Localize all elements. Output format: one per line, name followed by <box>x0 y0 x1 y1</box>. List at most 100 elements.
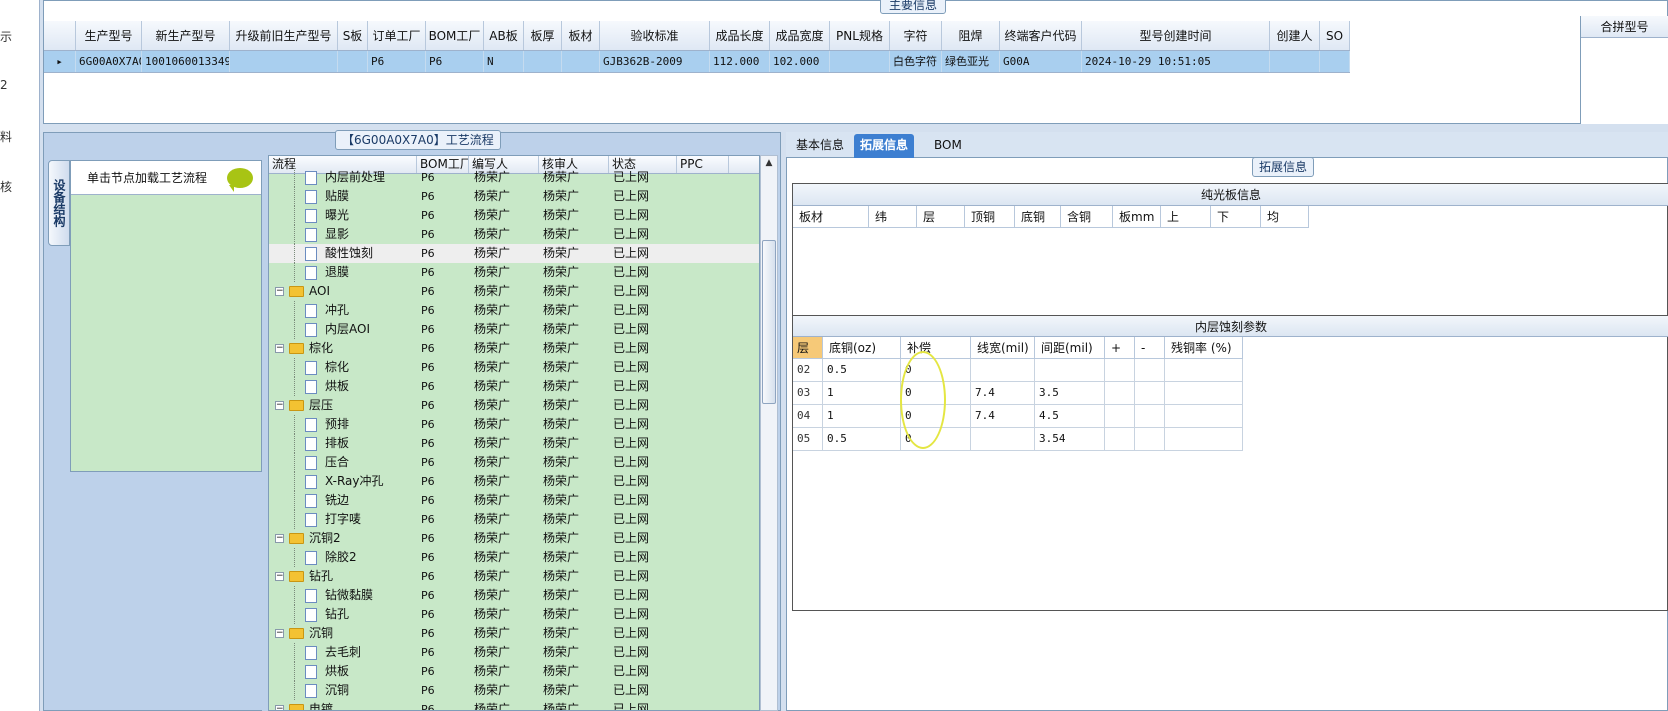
tree-row[interactable]: − 沉铜 P6 杨荣广 杨荣广 已上网 <box>269 624 759 643</box>
table-cell[interactable] <box>524 51 562 72</box>
table-cell[interactable]: 6G00A0X7A0 <box>76 51 142 72</box>
table-cell[interactable]: 绿色亚光 <box>942 51 1000 72</box>
tree-node-label[interactable]: 排板 <box>325 434 349 453</box>
tree-row[interactable]: 内层AOI P6 杨荣广 杨荣广 已上网 <box>269 320 759 339</box>
tree-node-label[interactable]: 内层前处理 <box>325 168 385 187</box>
grid-column-header[interactable]: 间距(mil) <box>1035 337 1105 359</box>
tree-row[interactable]: 沉铜 P6 杨荣广 杨荣广 已上网 <box>269 681 759 700</box>
tree-node-label[interactable]: 退膜 <box>325 263 349 282</box>
layer-cell[interactable]: 04 <box>793 405 823 428</box>
grid-column-header[interactable]: 纬 <box>869 206 917 228</box>
table-cell[interactable]: 0.5 <box>823 359 901 382</box>
grid-column-header[interactable]: 底铜(oz) <box>823 337 901 359</box>
table-cell[interactable]: 7.4 <box>971 405 1035 428</box>
column-header[interactable]: PNL规格 <box>830 21 890 50</box>
tree-row[interactable]: 曝光 P6 杨荣广 杨荣广 已上网 <box>269 206 759 225</box>
table-cell[interactable] <box>830 51 890 72</box>
tree-row[interactable]: 内层前处理 P6 杨荣广 杨荣广 已上网 <box>269 168 759 187</box>
left-nav-item[interactable]: 核 <box>0 178 12 195</box>
table-cell[interactable] <box>971 428 1035 451</box>
tree-node-label[interactable]: 沉铜 <box>309 624 333 643</box>
tab-basic-info[interactable]: 基本信息 <box>790 134 850 158</box>
column-header[interactable]: 阻焊 <box>942 21 1000 50</box>
column-header[interactable]: BOM工厂 <box>426 21 484 50</box>
collapse-icon[interactable]: − <box>275 629 284 638</box>
grid-column-header[interactable]: 板材 <box>793 206 869 228</box>
collapse-icon[interactable]: − <box>275 344 284 353</box>
tree-node-label[interactable]: 除胶2 <box>325 548 357 567</box>
tree-node-label[interactable]: 烘板 <box>325 662 349 681</box>
layer-cell[interactable]: 02 <box>793 359 823 382</box>
collapse-icon[interactable]: − <box>275 572 284 581</box>
grid-column-header[interactable]: 含铜 <box>1061 206 1113 228</box>
tree-node-label[interactable]: 棕化 <box>325 358 349 377</box>
grid-column-header[interactable]: 顶铜 <box>965 206 1015 228</box>
table-cell[interactable]: G00A <box>1000 51 1082 72</box>
grid-column-header[interactable]: 下 <box>1211 206 1261 228</box>
tree-row[interactable]: − 棕化 P6 杨荣广 杨荣广 已上网 <box>269 339 759 358</box>
tree-node-label[interactable]: 压合 <box>325 453 349 472</box>
tab-bom[interactable]: BOM <box>928 134 968 158</box>
table-cell[interactable]: 7.4 <box>971 382 1035 405</box>
table-cell[interactable] <box>1320 51 1350 72</box>
column-header[interactable]: 生产型号 <box>76 21 142 50</box>
table-cell[interactable] <box>1135 359 1165 382</box>
column-header[interactable]: 板材 <box>562 21 600 50</box>
tree-row[interactable]: 钻孔 P6 杨荣广 杨荣广 已上网 <box>269 605 759 624</box>
left-nav-item[interactable]: 料 <box>0 128 12 145</box>
tree-row[interactable]: 打字唛 P6 杨荣广 杨荣广 已上网 <box>269 510 759 529</box>
tree-node-label[interactable]: 沉铜 <box>325 681 349 700</box>
tree-node-label[interactable]: 电镀 <box>309 700 333 710</box>
tree-row[interactable]: 钻微黏膜 P6 杨荣广 杨荣广 已上网 <box>269 586 759 605</box>
tree-row[interactable]: 排板 P6 杨荣广 杨荣广 已上网 <box>269 434 759 453</box>
column-header[interactable]: 成品宽度 <box>770 21 830 50</box>
tab-extended-info[interactable]: 拓展信息 <box>854 134 915 158</box>
collapse-icon[interactable]: − <box>275 534 284 543</box>
tree-node-label[interactable]: 烘板 <box>325 377 349 396</box>
tree-node-label[interactable]: 钻孔 <box>309 567 333 586</box>
table-cell[interactable] <box>971 359 1035 382</box>
table-cell[interactable] <box>1165 428 1243 451</box>
tree-row[interactable]: − 沉铜2 P6 杨荣广 杨荣广 已上网 <box>269 529 759 548</box>
column-header[interactable]: S板 <box>338 21 368 50</box>
table-cell[interactable] <box>1270 51 1320 72</box>
table-cell[interactable]: N <box>484 51 524 72</box>
tab-equipment-structure[interactable]: 设备结构 <box>48 160 70 246</box>
chat-bubble-icon[interactable] <box>227 168 253 192</box>
tree-node-label[interactable]: 层压 <box>309 396 333 415</box>
table-row[interactable]: 02 0.5 0 <box>793 359 1243 382</box>
tree-row[interactable]: − 层压 P6 杨荣广 杨荣广 已上网 <box>269 396 759 415</box>
tree-node-label[interactable]: AOI <box>309 282 330 301</box>
tree-node-label[interactable]: 棕化 <box>309 339 333 358</box>
scrollbar-thumb[interactable] <box>762 240 776 404</box>
tree-node-label[interactable]: 沉铜2 <box>309 529 341 548</box>
table-cell[interactable] <box>1105 405 1135 428</box>
tree-row[interactable]: − AOI P6 杨荣广 杨荣广 已上网 <box>269 282 759 301</box>
tree-row[interactable]: 去毛刺 P6 杨荣广 杨荣广 已上网 <box>269 643 759 662</box>
table-cell[interactable] <box>1135 382 1165 405</box>
tree-node-label[interactable]: 打字唛 <box>325 510 361 529</box>
column-header[interactable]: 新生产型号 <box>142 21 230 50</box>
table-cell[interactable]: 3.54 <box>1035 428 1105 451</box>
table-cell[interactable]: 0.5 <box>823 428 901 451</box>
table-cell[interactable]: 1 <box>823 405 901 428</box>
tree-node-label[interactable]: 贴膜 <box>325 187 349 206</box>
grid-column-header[interactable]: 层 <box>917 206 965 228</box>
grid-column-header[interactable]: 层 <box>793 337 823 359</box>
tree-row[interactable]: 退膜 P6 杨荣广 杨荣广 已上网 <box>269 263 759 282</box>
table-cell[interactable]: P6 <box>426 51 484 72</box>
tree-row[interactable]: 贴膜 P6 杨荣广 杨荣广 已上网 <box>269 187 759 206</box>
column-header[interactable]: SO <box>1320 21 1350 50</box>
grid-column-header[interactable]: 上 <box>1161 206 1211 228</box>
tree-node-label[interactable]: 钻微黏膜 <box>325 586 373 605</box>
collapse-icon[interactable]: − <box>275 401 284 410</box>
layer-cell[interactable]: 05 <box>793 428 823 451</box>
tree-node-label[interactable]: 预排 <box>325 415 349 434</box>
table-cell[interactable]: GJB362B-2009 <box>600 51 710 72</box>
left-nav-item[interactable]: 2 <box>0 78 8 92</box>
tree-node-label[interactable]: X-Ray冲孔 <box>325 472 383 491</box>
table-cell[interactable] <box>1105 382 1135 405</box>
tree-node-label[interactable]: 内层AOI <box>325 320 370 339</box>
tree-node-label[interactable]: 曝光 <box>325 206 349 225</box>
left-nav-item[interactable]: 示 <box>0 28 12 45</box>
